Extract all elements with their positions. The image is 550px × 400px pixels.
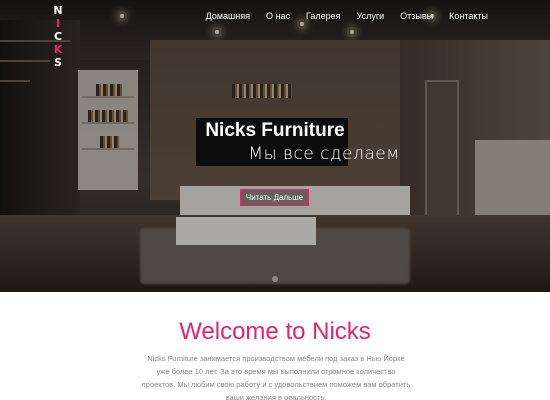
hero-title: Nicks Furniture bbox=[205, 120, 345, 141]
logo-letter: N bbox=[53, 4, 63, 17]
site-logo[interactable]: N I C K S bbox=[50, 4, 66, 69]
welcome-title: Welcome to Nicks bbox=[179, 318, 371, 345]
main-nav: Домашняя О нас Галерея Услуги Отзывы Кон… bbox=[190, 11, 488, 21]
hero-section: N I C K S Домашняя О нас Галерея Услуги … bbox=[0, 0, 550, 292]
read-more-button[interactable]: Читать Дальше bbox=[240, 189, 309, 206]
nav-item-about[interactable]: О нас bbox=[266, 11, 290, 21]
chevron-down-icon[interactable] bbox=[272, 276, 278, 282]
welcome-text: Nicks Furniture занимается производством… bbox=[141, 354, 411, 400]
logo-letter: S bbox=[54, 56, 62, 69]
logo-letter: I bbox=[55, 17, 61, 30]
nav-item-testimonials[interactable]: Отзывы bbox=[400, 11, 433, 21]
logo-letter: C bbox=[53, 30, 63, 43]
nav-item-services[interactable]: Услуги bbox=[356, 11, 384, 21]
nav-item-contacts[interactable]: Контакты bbox=[449, 11, 488, 21]
nav-item-gallery[interactable]: Галерея bbox=[306, 11, 341, 21]
logo-letter: K bbox=[53, 43, 63, 56]
nav-item-home[interactable]: Домашняя bbox=[206, 11, 250, 21]
hero-subtitle: Мы все сделаем bbox=[248, 144, 400, 164]
